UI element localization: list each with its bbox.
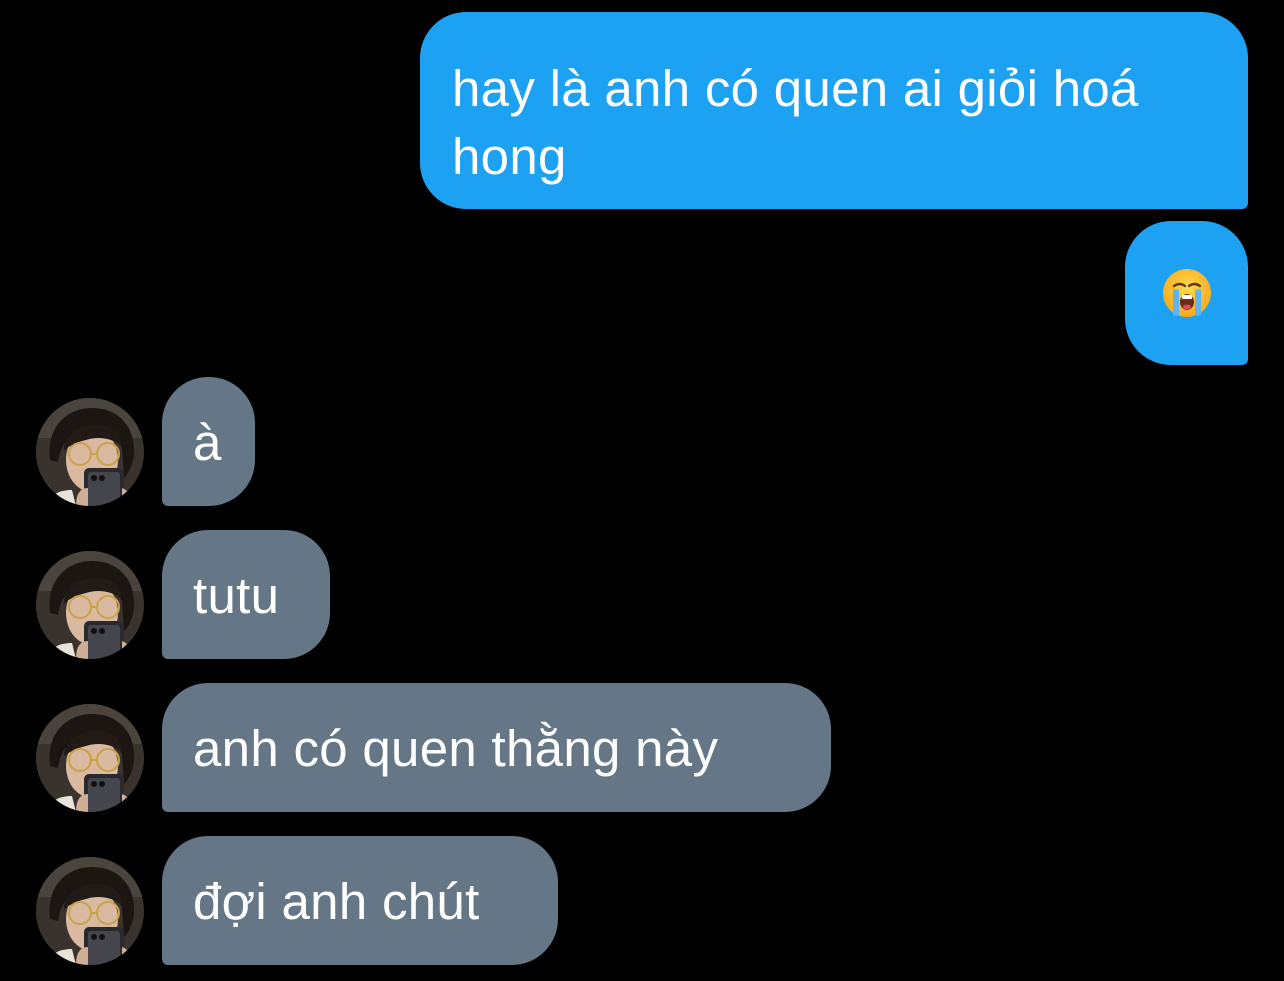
loudly-crying-face-emoji-icon: [1162, 269, 1211, 317]
avatar-photo: [36, 857, 144, 965]
outgoing-message-bubble[interactable]: [1125, 221, 1248, 365]
contact-avatar[interactable]: [36, 398, 144, 506]
contact-avatar[interactable]: [36, 704, 144, 812]
contact-avatar[interactable]: [36, 857, 144, 965]
incoming-message-bubble[interactable]: anh có quen thằng này: [162, 683, 831, 812]
message-text: đợi anh chút: [193, 873, 480, 930]
avatar-photo: [36, 704, 144, 812]
conversation-thread: hay là anh có quen ai giỏi hoá hong à tu…: [0, 0, 1284, 981]
incoming-message-bubble[interactable]: tutu: [162, 530, 330, 659]
message-text: anh có quen thằng này: [193, 720, 719, 777]
outgoing-message-bubble[interactable]: hay là anh có quen ai giỏi hoá hong: [420, 12, 1248, 209]
avatar-photo: [36, 398, 144, 506]
incoming-message-bubble[interactable]: à: [162, 377, 255, 506]
contact-avatar[interactable]: [36, 551, 144, 659]
message-text: hay là anh có quen ai giỏi hoá hong: [452, 60, 1139, 185]
message-text: à: [193, 414, 222, 471]
incoming-message-bubble[interactable]: đợi anh chút: [162, 836, 558, 965]
avatar-photo: [36, 551, 144, 659]
message-text: tutu: [193, 567, 280, 624]
